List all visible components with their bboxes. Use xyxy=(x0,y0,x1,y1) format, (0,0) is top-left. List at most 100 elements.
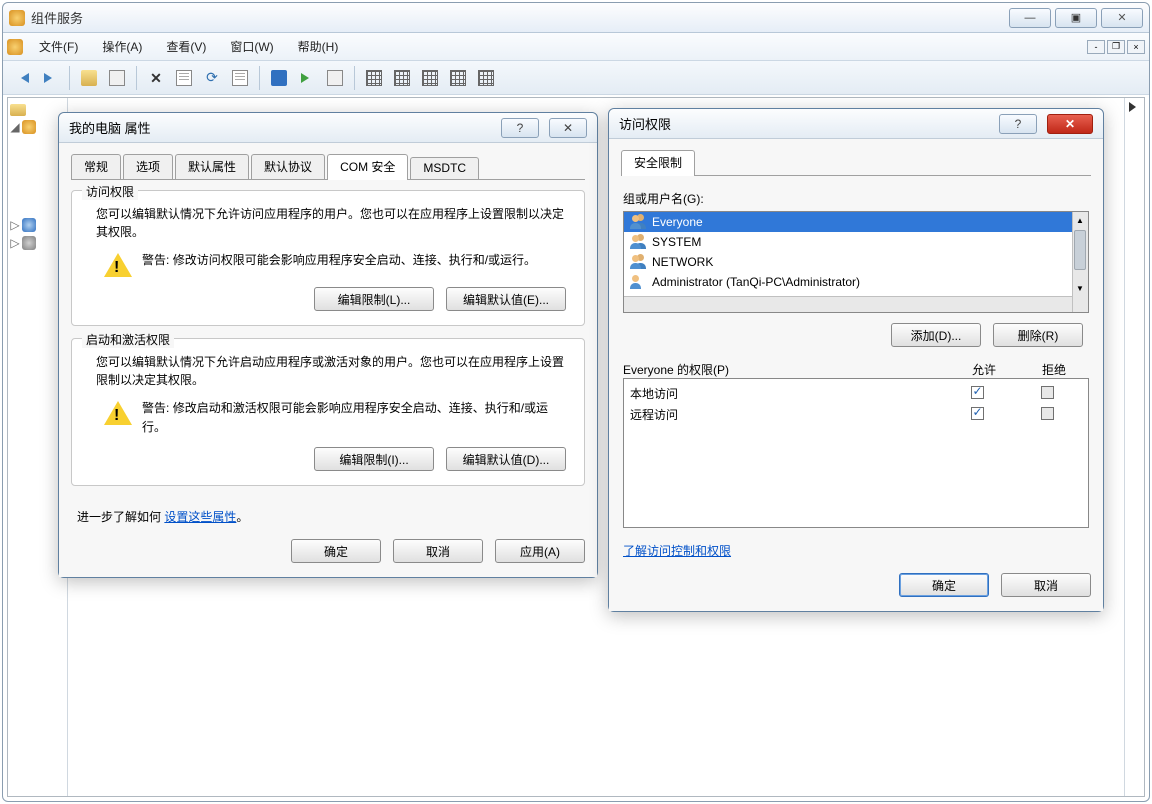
learn-access-link[interactable]: 了解访问控制和权限 xyxy=(623,544,731,558)
access-warning-text: 警告: 修改访问权限可能会影响应用程序安全启动、连接、执行和/或运行。 xyxy=(142,251,536,270)
actions-pane[interactable] xyxy=(1124,98,1144,796)
tree-root[interactable] xyxy=(10,102,65,118)
menu-window[interactable]: 窗口(W) xyxy=(218,34,285,59)
close-button[interactable]: ✕ xyxy=(549,118,587,138)
help-button[interactable]: ? xyxy=(999,114,1037,134)
delete-button[interactable]: ✕ xyxy=(143,65,169,91)
permission-row: 远程访问 xyxy=(630,404,1082,425)
nav-forward-button[interactable] xyxy=(37,65,63,91)
tree-node[interactable]: ▷ xyxy=(10,234,65,252)
tree-spacer xyxy=(10,136,65,216)
groups-label: 组或用户名(G): xyxy=(623,190,1089,207)
apply-button[interactable]: 应用(A) xyxy=(495,539,585,563)
warning-icon xyxy=(104,399,132,425)
stop-button[interactable] xyxy=(322,65,348,91)
warning-icon xyxy=(104,251,132,277)
deny-checkbox[interactable] xyxy=(1041,386,1054,399)
access-dialog-titlebar[interactable]: 访问权限 ? ✕ xyxy=(609,109,1103,139)
horizontal-scrollbar[interactable] xyxy=(624,296,1072,312)
play-button[interactable] xyxy=(294,65,320,91)
scroll-up-icon[interactable]: ▲ xyxy=(1072,212,1088,228)
properties-dialog-titlebar[interactable]: 我的电脑 属性 ? ✕ xyxy=(59,113,597,143)
launch-permissions-desc: 您可以编辑默认情况下允许启动应用程序或激活对象的用户。您也可以在应用程序上设置限… xyxy=(96,353,572,389)
cancel-button[interactable]: 取消 xyxy=(393,539,483,563)
properties-dialog-title: 我的电脑 属性 xyxy=(69,118,151,137)
group-icon xyxy=(630,235,646,249)
tab-default-protocols[interactable]: 默认协议 xyxy=(251,154,325,179)
refresh-button[interactable]: ⟳ xyxy=(199,65,225,91)
tab-msdtc[interactable]: MSDTC xyxy=(410,157,479,179)
close-button[interactable]: ✕ xyxy=(1101,8,1143,28)
list-item-label: Everyone xyxy=(652,215,703,229)
access-dialog-title: 访问权限 xyxy=(619,114,671,133)
menu-file[interactable]: 文件(F) xyxy=(27,34,90,59)
allow-checkbox[interactable] xyxy=(971,386,984,399)
properties-dialog-body: 常规 选项 默认属性 默认协议 COM 安全 MSDTC 访问权限 您可以编辑默… xyxy=(59,143,597,577)
list-item[interactable]: Administrator (TanQi-PC\Administrator) xyxy=(624,272,1088,292)
list-item[interactable]: SYSTEM xyxy=(624,232,1088,252)
ok-button[interactable]: 确定 xyxy=(899,573,989,597)
edit-default-button[interactable]: 编辑默认值(E)... xyxy=(446,287,566,311)
mdi-close[interactable]: × xyxy=(1127,40,1145,54)
export-button[interactable] xyxy=(227,65,253,91)
help-button[interactable] xyxy=(266,65,292,91)
mdi-restore[interactable]: ❐ xyxy=(1107,40,1125,54)
chevron-right-icon xyxy=(1129,102,1141,112)
tab-security-limits[interactable]: 安全限制 xyxy=(621,150,695,176)
view-tile-button[interactable] xyxy=(445,65,471,91)
allow-column-header: 允许 xyxy=(949,361,1019,378)
edit-limits-button[interactable]: 编辑限制(L)... xyxy=(314,287,434,311)
tree-node[interactable]: ◢ xyxy=(10,118,65,136)
permissions-for-label: Everyone 的权限(P) xyxy=(623,361,949,378)
properties-button[interactable] xyxy=(171,65,197,91)
list-item-label: Administrator (TanQi-PC\Administrator) xyxy=(652,275,860,289)
maximize-button[interactable]: ▣ xyxy=(1055,8,1097,28)
show-tree-button[interactable] xyxy=(104,65,130,91)
cancel-button[interactable]: 取消 xyxy=(1001,573,1091,597)
list-item[interactable]: Everyone xyxy=(624,212,1088,232)
permissions-listbox: 本地访问 远程访问 xyxy=(623,378,1089,528)
view-extra-button[interactable] xyxy=(473,65,499,91)
minimize-button[interactable]: — xyxy=(1009,8,1051,28)
menu-help[interactable]: 帮助(H) xyxy=(286,34,351,59)
group-icon xyxy=(630,255,646,269)
launch-permissions-legend: 启动和激活权限 xyxy=(82,331,174,348)
users-listbox[interactable]: Everyone SYSTEM NETWORK Administrator (T… xyxy=(623,211,1089,313)
deny-checkbox[interactable] xyxy=(1041,407,1054,420)
tab-com-security[interactable]: COM 安全 xyxy=(327,154,408,180)
mdi-minimize[interactable]: - xyxy=(1087,40,1105,54)
view-detail-button[interactable] xyxy=(417,65,443,91)
remove-button[interactable]: 删除(R) xyxy=(993,323,1083,347)
permission-label: 远程访问 xyxy=(630,406,942,423)
scroll-down-icon[interactable]: ▼ xyxy=(1072,280,1088,296)
menu-action[interactable]: 操作(A) xyxy=(90,34,154,59)
ok-button[interactable]: 确定 xyxy=(291,539,381,563)
toolbar-separator xyxy=(354,66,355,90)
allow-checkbox[interactable] xyxy=(971,407,984,420)
tab-general[interactable]: 常规 xyxy=(71,154,121,179)
edit-default-button[interactable]: 编辑默认值(D)... xyxy=(446,447,566,471)
menubar-icon xyxy=(7,39,23,55)
vertical-scrollbar[interactable]: ▲ ▼ xyxy=(1072,212,1088,312)
tab-options[interactable]: 选项 xyxy=(123,154,173,179)
settings-help-link[interactable]: 设置这些属性 xyxy=(164,510,236,524)
close-button[interactable]: ✕ xyxy=(1047,114,1093,134)
view-icon-button[interactable] xyxy=(361,65,387,91)
app-titlebar[interactable]: 组件服务 — ▣ ✕ xyxy=(3,3,1149,33)
edit-limits-button[interactable]: 编辑限制(I)... xyxy=(314,447,434,471)
user-icon xyxy=(630,275,646,289)
menu-view[interactable]: 查看(V) xyxy=(154,34,218,59)
view-list-button[interactable] xyxy=(389,65,415,91)
tab-default-properties[interactable]: 默认属性 xyxy=(175,154,249,179)
add-button[interactable]: 添加(D)... xyxy=(891,323,981,347)
list-item[interactable]: NETWORK xyxy=(624,252,1088,272)
nav-back-button[interactable] xyxy=(9,65,35,91)
access-permissions-legend: 访问权限 xyxy=(82,183,138,200)
tree-node[interactable]: ▷ xyxy=(10,216,65,234)
up-folder-button[interactable] xyxy=(76,65,102,91)
list-item-label: NETWORK xyxy=(652,255,713,269)
launch-permissions-group: 启动和激活权限 您可以编辑默认情况下允许启动应用程序或激活对象的用户。您也可以在… xyxy=(71,338,585,486)
scroll-thumb[interactable] xyxy=(1074,230,1086,270)
list-item-label: SYSTEM xyxy=(652,235,701,249)
help-button[interactable]: ? xyxy=(501,118,539,138)
